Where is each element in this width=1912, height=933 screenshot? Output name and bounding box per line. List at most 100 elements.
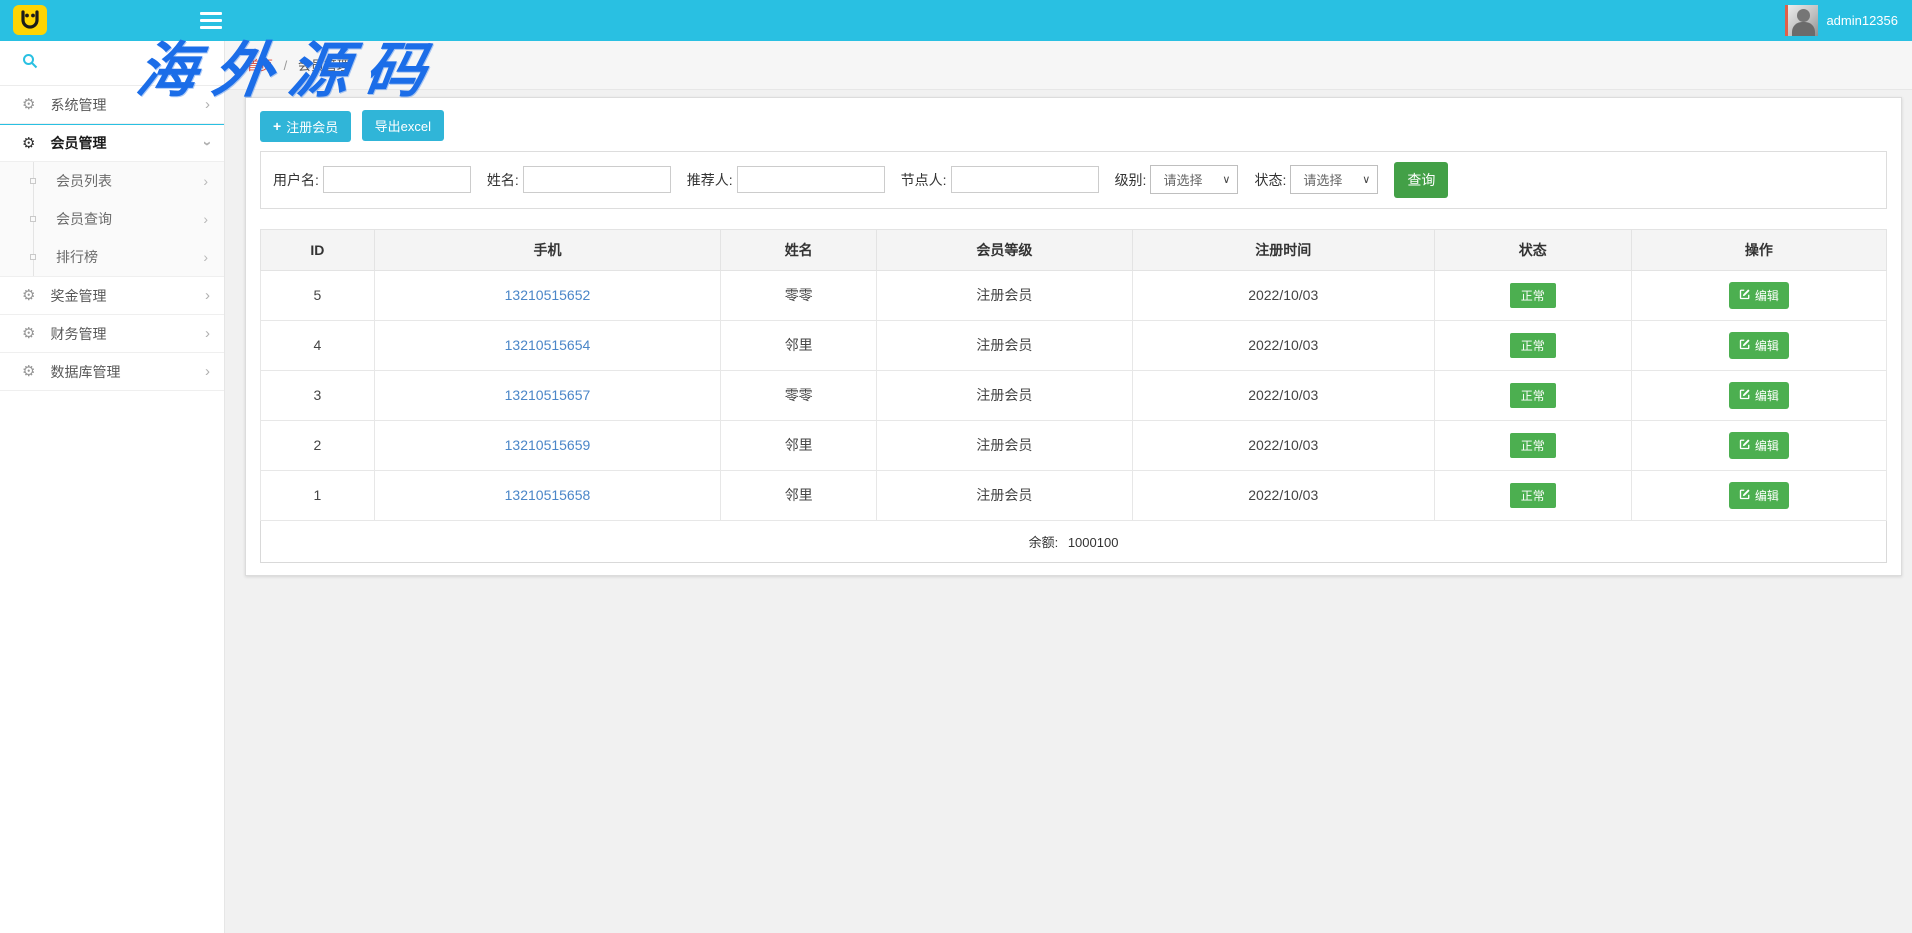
table-row: 5 13210515652 零零 注册会员 2022/10/03 正常 编辑 [261,270,1887,320]
member-table: ID 手机 姓名 会员等级 注册时间 状态 操作 5 13210515652 零… [260,229,1887,563]
brand-logo-icon[interactable] [13,5,47,35]
status-badge[interactable]: 正常 [1510,283,1556,308]
register-member-button[interactable]: + 注册会员 [260,111,351,142]
edit-button-label: 编辑 [1755,387,1779,404]
user-menu[interactable]: admin12356 [1785,5,1898,36]
header-status: 状态 [1434,229,1631,270]
cell-regtime: 2022/10/03 [1132,420,1434,470]
sidebar-search[interactable] [0,41,224,86]
sidebar-item-label: 奖金管理 [50,286,106,306]
sidebar-item-member-query[interactable]: 会员查询 › [0,200,224,238]
edit-button[interactable]: 编辑 [1729,432,1789,459]
edit-icon [1739,488,1751,503]
referrer-input[interactable] [737,166,885,193]
balance-value: 1000100 [1068,535,1119,550]
balance-label: 余额: [1029,535,1059,550]
breadcrumb-home[interactable]: 首页 [247,58,273,73]
cell-level: 注册会员 [877,370,1132,420]
search-icon[interactable] [22,53,38,74]
cell-level: 注册会员 [877,320,1132,370]
sidebar-item-label: 系统管理 [50,95,106,115]
status-badge[interactable]: 正常 [1510,433,1556,458]
sidebar-item-finance[interactable]: ⚙ 财务管理 › [0,315,224,353]
user-avatar [1785,5,1818,36]
node-input[interactable] [951,166,1099,193]
level-select[interactable]: 请选择 ∨ [1150,165,1238,194]
edit-button[interactable]: 编辑 [1729,482,1789,509]
header-regtime: 注册时间 [1132,229,1434,270]
chevron-down-icon: › [199,141,216,146]
breadcrumb: 首页 / 会员管理 [225,41,1912,90]
phone-link[interactable]: 13210515659 [505,437,591,453]
submenu-item-label: 会员查询 [56,209,112,229]
chevron-right-icon: › [205,363,210,380]
plus-icon: + [273,119,281,133]
status-badge[interactable]: 正常 [1510,383,1556,408]
edit-icon [1739,388,1751,403]
header-action: 操作 [1631,229,1886,270]
chevron-right-icon: › [203,211,208,227]
status-badge[interactable]: 正常 [1510,333,1556,358]
header-phone: 手机 [374,229,720,270]
edit-button-label: 编辑 [1755,437,1779,454]
cell-name: 邻里 [721,420,877,470]
chevron-down-icon: ∨ [1222,173,1230,186]
table-header-row: ID 手机 姓名 会员等级 注册时间 状态 操作 [261,229,1887,270]
cell-regtime: 2022/10/03 [1132,320,1434,370]
cell-name: 零零 [721,270,877,320]
phone-link[interactable]: 13210515652 [505,287,591,303]
edit-button[interactable]: 编辑 [1729,382,1789,409]
table-footer-row: 余额: 1000100 [261,520,1887,562]
cell-id: 1 [261,470,375,520]
sidebar: ⚙ 系统管理 › ⚙ 会员管理 › 会员列表 › 会员查询 › 排行榜 › ⚙ … [0,41,225,933]
cell-regtime: 2022/10/03 [1132,370,1434,420]
menu-toggle-icon[interactable] [200,12,222,29]
main-content: 首页 / 会员管理 + 注册会员 导出excel 用户名: 姓名: 推荐人: 节… [225,41,1912,933]
edit-icon [1739,338,1751,353]
sidebar-item-member[interactable]: ⚙ 会员管理 › [0,124,224,162]
phone-link[interactable]: 13210515658 [505,487,591,503]
level-label: 级别: [1115,170,1147,190]
gear-icon: ⚙ [22,288,35,303]
export-excel-label: 导出excel [375,116,431,135]
edit-button-label: 编辑 [1755,337,1779,354]
edit-button[interactable]: 编辑 [1729,282,1789,309]
cell-name: 邻里 [721,470,877,520]
table-row: 4 13210515654 邻里 注册会员 2022/10/03 正常 编辑 [261,320,1887,370]
filter-bar: 用户名: 姓名: 推荐人: 节点人: 级别: 请选择 ∨ 状态: 请选择 ∨ 查… [260,151,1887,209]
chevron-right-icon: › [205,325,210,342]
table-row: 3 13210515657 零零 注册会员 2022/10/03 正常 编辑 [261,370,1887,420]
name-input[interactable] [523,166,671,193]
sidebar-item-bonus[interactable]: ⚙ 奖金管理 › [0,277,224,315]
header-level: 会员等级 [877,229,1132,270]
cell-regtime: 2022/10/03 [1132,470,1434,520]
sidebar-item-database[interactable]: ⚙ 数据库管理 › [0,353,224,391]
bullet-icon [30,178,36,184]
sidebar-item-ranking[interactable]: 排行榜 › [0,238,224,276]
submenu-item-label: 会员列表 [56,171,112,191]
cell-level: 注册会员 [877,470,1132,520]
cell-id: 2 [261,420,375,470]
phone-link[interactable]: 13210515657 [505,387,591,403]
breadcrumb-current: 会员管理 [298,58,350,73]
status-select-value: 请选择 [1303,170,1342,189]
status-select[interactable]: 请选择 ∨ [1290,165,1378,194]
sidebar-item-member-list[interactable]: 会员列表 › [0,162,224,200]
chevron-down-icon: ∨ [1362,173,1370,186]
cell-id: 3 [261,370,375,420]
search-button[interactable]: 查询 [1394,162,1448,198]
register-member-label: 注册会员 [286,117,338,136]
sidebar-item-label: 财务管理 [50,324,106,344]
export-excel-button[interactable]: 导出excel [362,110,444,141]
edit-button[interactable]: 编辑 [1729,332,1789,359]
gear-icon: ⚙ [22,136,35,151]
sidebar-item-system[interactable]: ⚙ 系统管理 › [0,86,224,124]
username-input[interactable] [323,166,471,193]
header-id: ID [261,229,375,270]
status-badge[interactable]: 正常 [1510,483,1556,508]
status-label: 状态: [1254,170,1286,190]
cell-id: 4 [261,320,375,370]
cell-name: 零零 [721,370,877,420]
member-table-body: 5 13210515652 零零 注册会员 2022/10/03 正常 编辑 4… [261,270,1887,520]
phone-link[interactable]: 13210515654 [505,337,591,353]
